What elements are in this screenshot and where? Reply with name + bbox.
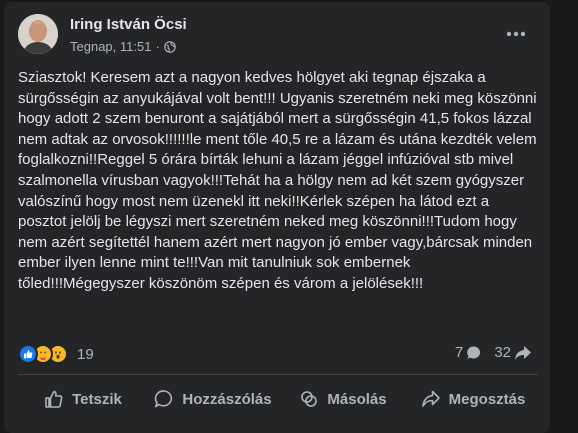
- meta-separator: ·: [155, 39, 160, 54]
- like-button-label: Tetszik: [72, 390, 122, 408]
- author-avatar[interactable]: [18, 14, 58, 54]
- copy-button[interactable]: Másolás: [278, 380, 408, 418]
- post-stats: 19 7 32: [18, 342, 538, 366]
- post-card: Iring István Öcsi Tegnap, 11:51 · Sziasz…: [4, 2, 550, 433]
- post-timestamp[interactable]: Tegnap, 11:51: [70, 39, 151, 54]
- share-icon: [421, 390, 440, 407]
- thumbs-up-icon: [45, 390, 63, 408]
- copy-button-label: Másolás: [327, 390, 387, 408]
- share-count: 32: [494, 344, 511, 361]
- comment-button-label: Hozzászólás: [182, 390, 272, 408]
- more-options-icon[interactable]: [502, 24, 530, 44]
- share-button-label: Megosztás: [448, 390, 526, 408]
- post-header: Iring István Öcsi Tegnap, 11:51 ·: [18, 14, 538, 58]
- share-count-link[interactable]: 32: [494, 344, 532, 361]
- copy-icon: [301, 391, 318, 407]
- post-meta: Tegnap, 11:51 ·: [70, 39, 176, 54]
- post-text: Sziasztok! Keresem azt a nagyon kedves h…: [18, 69, 537, 292]
- post-actions: Tetszik Hozzászólás Másolás Megosztás: [18, 380, 538, 418]
- comment-icon: [155, 390, 173, 408]
- like-button[interactable]: Tetszik: [18, 380, 148, 418]
- comment-count-link[interactable]: 7: [455, 344, 482, 361]
- comment-count: 7: [454, 344, 464, 361]
- share-button[interactable]: Megosztás: [408, 380, 538, 418]
- actions-divider: [18, 374, 538, 375]
- engagement-counts: 7 32: [443, 344, 532, 361]
- share-arrow-icon: [515, 345, 531, 359]
- reaction-count[interactable]: 19: [77, 346, 94, 363]
- author-name[interactable]: Iring István Öcsi: [70, 16, 187, 33]
- comment-bubble-icon: [467, 345, 481, 359]
- comment-button[interactable]: Hozzászólás: [148, 380, 278, 418]
- like-reaction-icon: [18, 344, 38, 364]
- reactions-summary[interactable]: 19: [18, 344, 94, 364]
- globe-icon: [163, 40, 176, 53]
